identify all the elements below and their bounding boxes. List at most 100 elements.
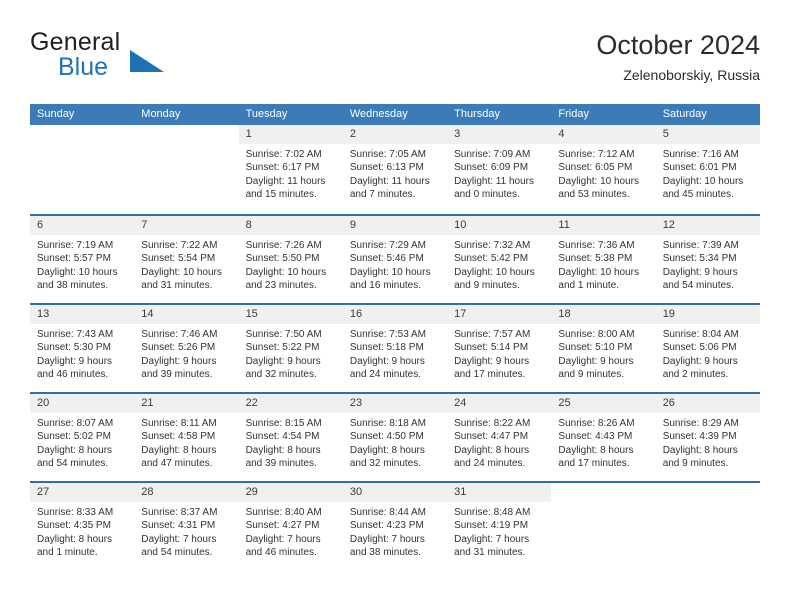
day-number: 17 <box>454 308 467 320</box>
calendar-day-cell[interactable]: 19 Sunrise: 8:04 AM Sunset: 5:06 PM Dayligh… <box>655 305 760 392</box>
calendar-day-cell[interactable]: 8 Sunrise: 7:26 AM Sunset: 5:50 PM Daylight… <box>238 216 343 303</box>
sunset-text: Sunset: 6:17 PM <box>245 162 320 174</box>
sunrise-text: Sunrise: 8:48 AM <box>454 507 531 518</box>
title-block: October 2024 Zelenoborskiy, Russia <box>596 28 760 86</box>
day-details: Sunrise: 8:04 AM Sunset: 5:06 PM Daylight:… <box>656 324 760 382</box>
brand-name-blue: Blue <box>58 53 109 81</box>
day-number-band <box>656 483 760 502</box>
day-number: 26 <box>662 397 675 409</box>
calendar-day-cell[interactable]: 23 Sunrise: 8:18 AM Sunset: 4:50 PM Dayligh… <box>342 394 448 481</box>
day-details: Sunrise: 7:12 AM Sunset: 6:05 PM Daylight:… <box>551 144 655 202</box>
daylight-text-line1: Daylight: 10 hours <box>454 266 535 278</box>
calendar-day-cell[interactable]: 10 Sunrise: 7:32 AM Sunset: 5:42 PM Dayligh… <box>447 216 552 303</box>
calendar-grid: Sunday Monday Tuesday Wednesday Thursday Frid… <box>30 104 760 570</box>
day-number-band: 3 <box>447 125 552 144</box>
calendar-day-cell[interactable]: 9 Sunrise: 7:29 AM Sunset: 5:46 PM Daylight… <box>342 216 448 303</box>
sunrise-text: Sunrise: 8:22 AM <box>454 418 531 429</box>
calendar-day-cell[interactable]: 3 Sunrise: 7:09 AM Sunset: 6:09 PM Daylight… <box>447 125 552 214</box>
day-details: Sunrise: 8:00 AM Sunset: 5:10 PM Daylight:… <box>551 324 655 382</box>
weekday-header-row: Sunday Monday Tuesday Wednesday Thursday Frid… <box>30 104 760 125</box>
calendar-day-cell[interactable]: 14 Sunrise: 7:46 AM Sunset: 5:26 PM Dayligh… <box>134 305 239 392</box>
sunset-text: Sunset: 5:42 PM <box>454 253 529 265</box>
day-details: Sunrise: 8:44 AM Sunset: 4:23 PM Daylight:… <box>343 502 447 560</box>
calendar-day-cell[interactable]: 31 Sunrise: 8:48 AM Sunset: 4:19 PM Dayligh… <box>447 483 552 570</box>
daylight-text-line2: and 1 minute. <box>37 547 98 559</box>
sunset-text: Sunset: 6:01 PM <box>662 162 737 174</box>
calendar-day-cell[interactable]: 27 Sunrise: 8:33 AM Sunset: 4:35 PM Dayligh… <box>30 483 135 570</box>
sunrise-text: Sunrise: 8:07 AM <box>37 418 114 429</box>
sunrise-text: Sunrise: 8:26 AM <box>558 418 635 429</box>
calendar-day-cell[interactable]: 20 Sunrise: 8:07 AM Sunset: 5:02 PM Dayligh… <box>30 394 135 481</box>
calendar-day-cell[interactable]: 25 Sunrise: 8:26 AM Sunset: 4:43 PM Dayligh… <box>551 394 656 481</box>
calendar-day-cell[interactable]: 11 Sunrise: 7:36 AM Sunset: 5:38 PM Dayligh… <box>551 216 656 303</box>
brand-logo[interactable]: General Blue <box>30 28 290 86</box>
calendar-page: General Blue October 2024 Zelenoborskiy,… <box>0 0 792 612</box>
calendar-day-cell[interactable]: 4 Sunrise: 7:12 AM Sunset: 6:05 PM Daylight… <box>551 125 656 214</box>
day-number-band: 10 <box>447 216 552 235</box>
calendar-day-cell[interactable]: 24 Sunrise: 8:22 AM Sunset: 4:47 PM Dayligh… <box>447 394 552 481</box>
sunrise-text: Sunrise: 7:22 AM <box>141 240 218 251</box>
calendar-day-cell[interactable]: 15 Sunrise: 7:50 AM Sunset: 5:22 PM Dayligh… <box>238 305 343 392</box>
sunrise-text: Sunrise: 7:53 AM <box>349 329 426 340</box>
calendar-day-cell[interactable]: 7 Sunrise: 7:22 AM Sunset: 5:54 PM Daylight… <box>134 216 239 303</box>
daylight-text-line1: Daylight: 9 hours <box>349 355 425 367</box>
daylight-text-line1: Daylight: 7 hours <box>349 533 425 545</box>
calendar-day-cell[interactable]: 18 Sunrise: 8:00 AM Sunset: 5:10 PM Dayligh… <box>551 305 656 392</box>
calendar-day-cell[interactable]: 21 Sunrise: 8:11 AM Sunset: 4:58 PM Dayligh… <box>134 394 239 481</box>
day-number-band: 20 <box>30 394 135 413</box>
day-details: Sunrise: 8:37 AM Sunset: 4:31 PM Daylight:… <box>134 502 238 560</box>
daylight-text-line1: Daylight: 9 hours <box>558 355 634 367</box>
calendar-empty-cell <box>551 483 656 570</box>
sunset-text: Sunset: 5:54 PM <box>141 253 216 265</box>
sunrise-text: Sunrise: 8:44 AM <box>349 507 426 518</box>
day-number: 24 <box>454 397 467 409</box>
sunset-text: Sunset: 4:58 PM <box>141 431 216 443</box>
sunset-text: Sunset: 5:38 PM <box>558 253 633 265</box>
calendar-day-cell[interactable]: 12 Sunrise: 7:39 AM Sunset: 5:34 PM Dayligh… <box>655 216 760 303</box>
day-number-band: 23 <box>342 394 448 413</box>
day-number: 31 <box>454 486 467 498</box>
calendar-day-cell[interactable]: 17 Sunrise: 7:57 AM Sunset: 5:14 PM Dayligh… <box>447 305 552 392</box>
calendar-day-cell[interactable]: 28 Sunrise: 8:37 AM Sunset: 4:31 PM Dayligh… <box>134 483 239 570</box>
sunset-text: Sunset: 4:23 PM <box>349 520 424 532</box>
calendar-day-cell[interactable]: 1 Sunrise: 7:02 AM Sunset: 6:17 PM Daylight… <box>238 125 343 214</box>
sunset-text: Sunset: 4:47 PM <box>454 431 529 443</box>
calendar-weeks: 1 Sunrise: 7:02 AM Sunset: 6:17 PM Daylight… <box>30 125 760 570</box>
day-number: 9 <box>349 219 356 231</box>
calendar-day-cell[interactable]: 6 Sunrise: 7:19 AM Sunset: 5:57 PM Daylight… <box>30 216 135 303</box>
day-number-band: 7 <box>134 216 239 235</box>
sunset-text: Sunset: 5:46 PM <box>349 253 424 265</box>
day-number-band: 11 <box>551 216 656 235</box>
calendar-week-row: 13 Sunrise: 7:43 AM Sunset: 5:30 PM Dayligh… <box>30 303 760 392</box>
sunrise-text: Sunrise: 7:46 AM <box>141 329 218 340</box>
calendar-day-cell[interactable]: 29 Sunrise: 8:40 AM Sunset: 4:27 PM Dayligh… <box>238 483 343 570</box>
calendar-day-cell[interactable]: 22 Sunrise: 8:15 AM Sunset: 4:54 PM Dayligh… <box>238 394 343 481</box>
sunset-text: Sunset: 5:57 PM <box>37 253 111 265</box>
calendar-day-cell[interactable]: 16 Sunrise: 7:53 AM Sunset: 5:18 PM Dayligh… <box>342 305 448 392</box>
day-number-band: 4 <box>551 125 656 144</box>
sunset-text: Sunset: 4:43 PM <box>558 431 633 443</box>
calendar-day-cell[interactable]: 5 Sunrise: 7:16 AM Sunset: 6:01 PM Daylight… <box>655 125 760 214</box>
calendar-day-cell[interactable]: 26 Sunrise: 8:29 AM Sunset: 4:39 PM Dayligh… <box>655 394 760 481</box>
daylight-text-line1: Daylight: 10 hours <box>141 266 222 278</box>
day-number: 21 <box>141 397 154 409</box>
daylight-text-line2: and 16 minutes. <box>349 280 422 292</box>
day-number-band: 27 <box>30 483 135 502</box>
sunset-text: Sunset: 5:30 PM <box>37 342 111 354</box>
calendar-empty-cell <box>30 125 135 214</box>
day-number-band: 12 <box>655 216 760 235</box>
day-number-band: 28 <box>134 483 239 502</box>
day-number-band: 16 <box>342 305 448 324</box>
calendar-day-cell[interactable]: 30 Sunrise: 8:44 AM Sunset: 4:23 PM Dayligh… <box>342 483 448 570</box>
sunrise-text: Sunrise: 7:12 AM <box>558 149 635 160</box>
day-number-band: 25 <box>551 394 656 413</box>
day-number: 25 <box>558 397 571 409</box>
day-number: 5 <box>662 128 669 140</box>
calendar-week-row: 27 Sunrise: 8:33 AM Sunset: 4:35 PM Dayligh… <box>30 481 760 570</box>
daylight-text-line2: and 0 minutes. <box>454 189 520 201</box>
daylight-text-line2: and 46 minutes. <box>37 369 109 381</box>
calendar-day-cell[interactable]: 2 Sunrise: 7:05 AM Sunset: 6:13 PM Daylight… <box>342 125 448 214</box>
day-details: Sunrise: 8:33 AM Sunset: 4:35 PM Daylight:… <box>30 502 134 560</box>
day-number-band: 30 <box>342 483 448 502</box>
calendar-day-cell[interactable]: 13 Sunrise: 7:43 AM Sunset: 5:30 PM Dayligh… <box>30 305 135 392</box>
